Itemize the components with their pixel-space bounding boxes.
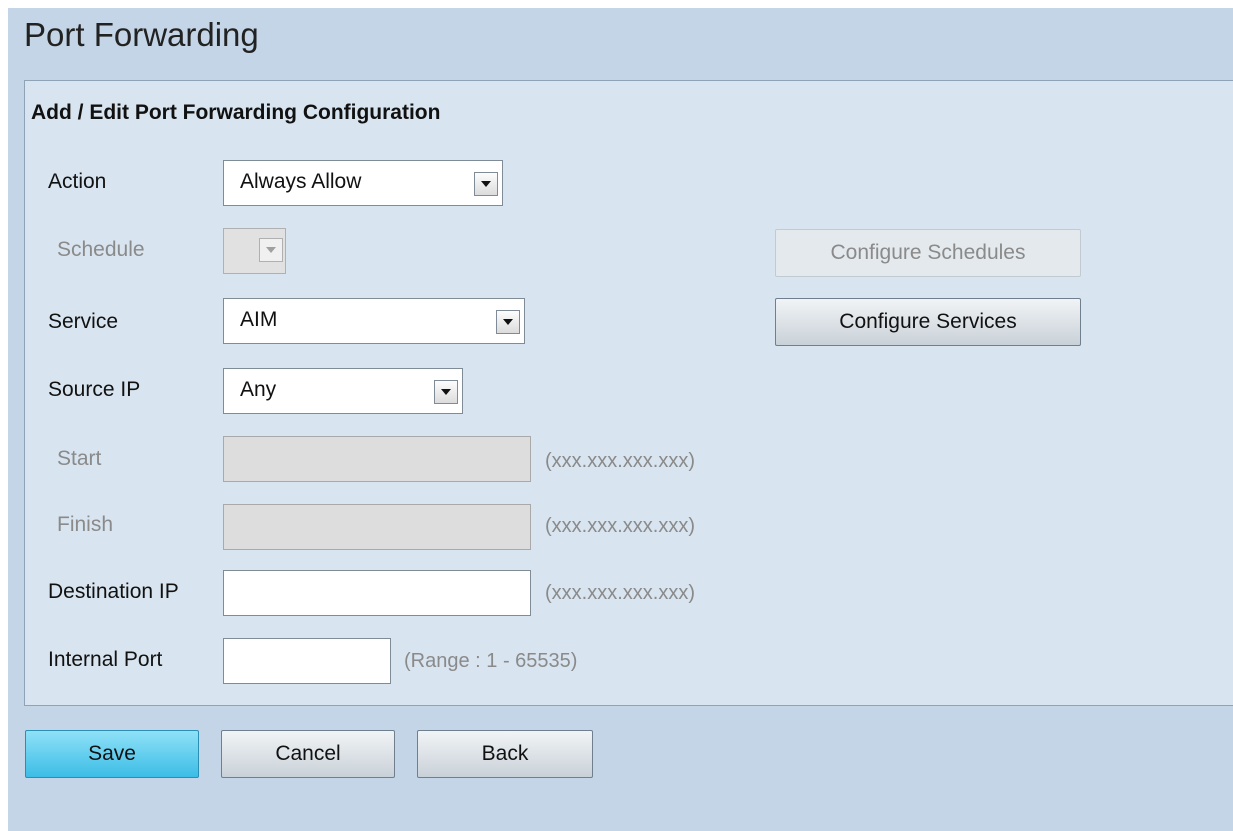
internal-port-input[interactable] xyxy=(223,638,391,684)
action-select-value: Always Allow xyxy=(240,170,362,193)
page-background: Port Forwarding Add / Edit Port Forwardi… xyxy=(8,8,1233,831)
finish-ip-hint: (xxx.xxx.xxx.xxx) xyxy=(545,515,695,537)
start-ip-hint: (xxx.xxx.xxx.xxx) xyxy=(545,450,695,472)
back-button[interactable]: Back xyxy=(417,730,593,778)
config-panel xyxy=(24,80,1233,706)
start-ip-input[interactable] xyxy=(223,436,531,482)
source-ip-select-value: Any xyxy=(240,378,277,401)
chevron-down-icon[interactable] xyxy=(259,238,283,262)
source-ip-label: Source IP xyxy=(48,378,141,401)
action-select[interactable]: Always Allow xyxy=(223,160,503,206)
configure-services-button[interactable]: Configure Services xyxy=(775,298,1081,346)
finish-ip-input[interactable] xyxy=(223,504,531,550)
destination-ip-hint: (xxx.xxx.xxx.xxx) xyxy=(545,582,695,604)
page-title: Port Forwarding xyxy=(24,16,259,53)
schedule-select[interactable] xyxy=(223,228,286,274)
service-label: Service xyxy=(48,310,119,333)
cancel-button[interactable]: Cancel xyxy=(221,730,395,778)
save-button[interactable]: Save xyxy=(25,730,199,778)
start-label: Start xyxy=(57,447,102,470)
action-label: Action xyxy=(48,170,107,193)
internal-port-label: Internal Port xyxy=(48,648,163,671)
configure-schedules-button[interactable]: Configure Schedules xyxy=(775,229,1081,277)
source-ip-select[interactable]: Any xyxy=(223,368,463,414)
finish-label: Finish xyxy=(57,513,114,536)
service-select-value: AIM xyxy=(240,308,278,331)
chevron-down-icon[interactable] xyxy=(434,380,458,404)
internal-port-hint: (Range : 1 - 65535) xyxy=(404,650,578,672)
destination-ip-label: Destination IP xyxy=(48,580,179,603)
schedule-label: Schedule xyxy=(57,238,145,261)
chevron-down-icon[interactable] xyxy=(496,310,520,334)
chevron-down-icon[interactable] xyxy=(474,172,498,196)
service-select[interactable]: AIM xyxy=(223,298,525,344)
destination-ip-input[interactable] xyxy=(223,570,531,616)
panel-title: Add / Edit Port Forwarding Configuration xyxy=(31,101,441,124)
